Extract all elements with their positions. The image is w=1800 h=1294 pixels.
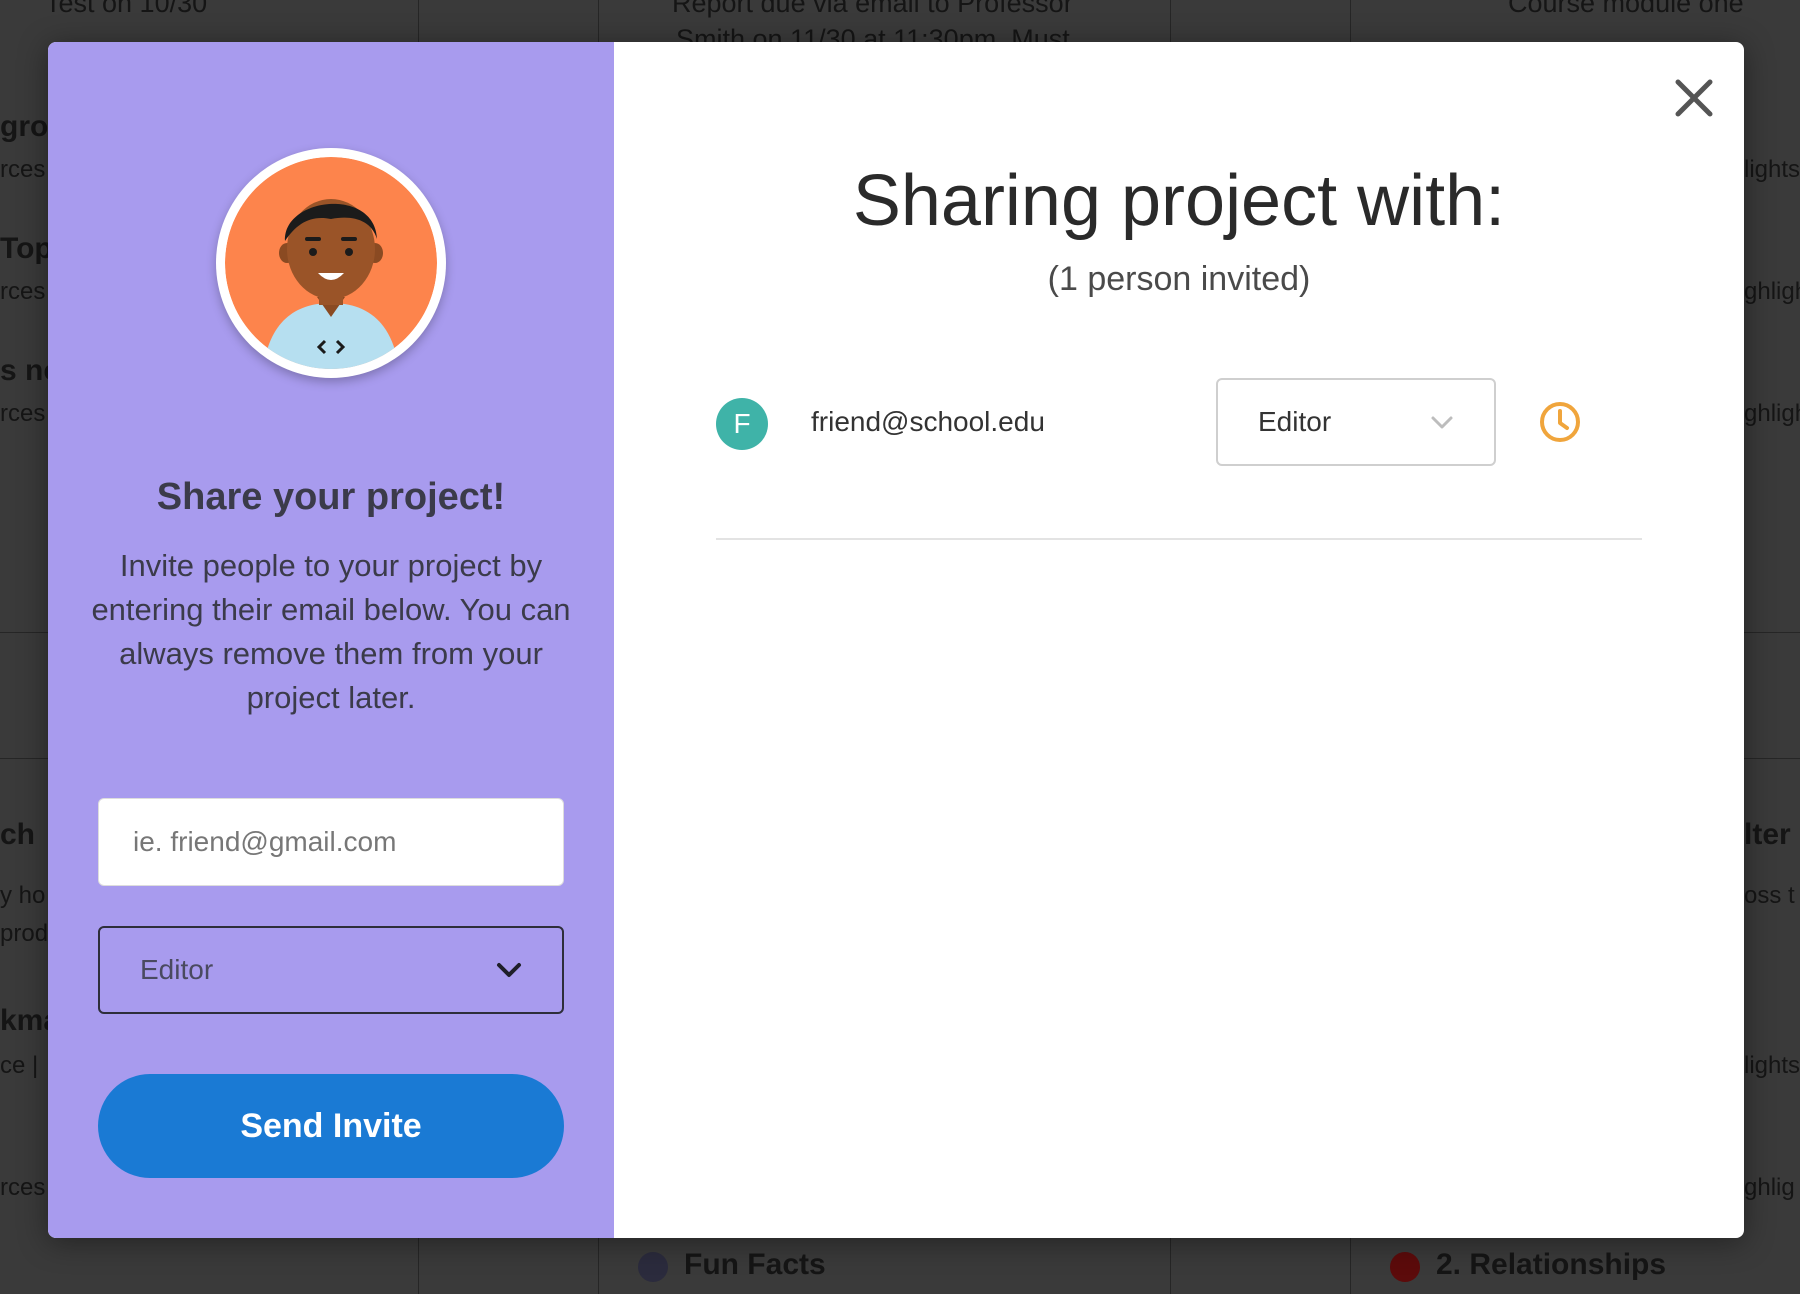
bg-text: rces (0, 400, 46, 427)
bg-text: lights (1744, 1052, 1800, 1079)
avatar (216, 148, 446, 378)
clock-icon[interactable] (1538, 400, 1582, 444)
member-email: friend@school.edu (811, 406, 1045, 437)
invited-count: (1 person invited) (1047, 260, 1311, 298)
bg-text: gro (0, 110, 49, 143)
bg-item-label: 2. Relationships (1436, 1248, 1667, 1281)
bg-text: ce | (0, 1052, 39, 1079)
share-description: Invite people to your project by enterin… (91, 548, 571, 715)
bg-text: Report due via email to Professor (672, 0, 1073, 18)
bg-dot-icon (1390, 1252, 1420, 1282)
member-role-select[interactable]: Editor (1216, 378, 1496, 466)
share-title: Share your project! (156, 476, 506, 518)
share-project-modal: Share your project! Invite people to you… (48, 42, 1744, 1238)
page-title: Sharing project with: (852, 161, 1506, 241)
invite-panel: Share your project! Invite people to you… (48, 42, 614, 1238)
bg-text: ghligh (1744, 278, 1800, 305)
bg-dot-icon (638, 1252, 668, 1282)
bg-item-label: Fun Facts (684, 1248, 826, 1281)
bg-text: rces (0, 156, 46, 183)
member-row: F friend@school.edu Editor (716, 378, 1642, 540)
bg-text: Top (0, 232, 53, 265)
bg-text: lter (1744, 818, 1791, 851)
bg-text: rces (0, 278, 46, 305)
bg-text: ghlig (1744, 1174, 1795, 1201)
bg-text: lights (1744, 156, 1800, 183)
bg-text: y ho (0, 882, 46, 909)
divider (716, 538, 1642, 540)
close-icon[interactable] (1668, 72, 1720, 124)
bg-text: prod (0, 920, 49, 947)
bg-text: Test on 10/30 (45, 0, 208, 18)
role-select[interactable]: Editor (98, 926, 564, 1014)
send-invite-button[interactable]: Send Invite (98, 1074, 564, 1178)
email-input[interactable] (98, 798, 564, 886)
bg-text: Course module one (1508, 0, 1744, 18)
member-avatar: F (716, 398, 768, 450)
chevron-down-icon (1431, 416, 1453, 429)
bg-text: ghligh (1744, 400, 1800, 427)
shared-with-panel: Sharing project with: (1 person invited)… (614, 42, 1744, 1238)
role-select-value: Editor (140, 954, 214, 985)
member-role-value: Editor (1258, 406, 1332, 437)
chevron-down-icon (497, 963, 521, 977)
developer-avatar-icon (225, 157, 437, 369)
bg-text: ch (0, 818, 36, 851)
bg-text: rces (0, 1174, 46, 1201)
bg-text: oss t (1744, 882, 1795, 909)
